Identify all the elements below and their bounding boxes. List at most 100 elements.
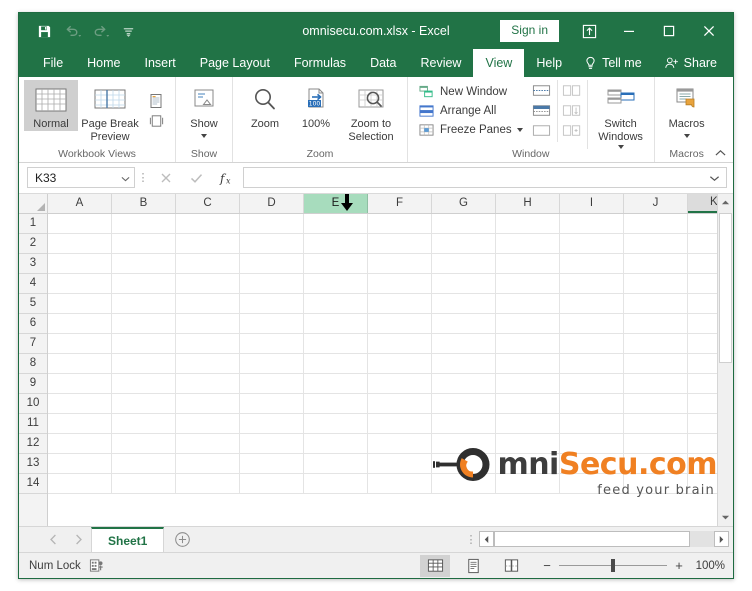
custom-views-icon[interactable]	[145, 112, 167, 130]
row-header-13[interactable]: 13	[19, 453, 47, 474]
cell-D8[interactable]	[240, 353, 304, 374]
cell-D7[interactable]	[240, 333, 304, 354]
cell-K5[interactable]	[688, 293, 717, 314]
expand-formula-bar-icon[interactable]	[709, 171, 720, 185]
cell-B4[interactable]	[112, 273, 176, 294]
scroll-left-icon[interactable]	[479, 531, 494, 547]
zoom-level-label[interactable]: 100%	[691, 560, 725, 572]
cell-B5[interactable]	[112, 293, 176, 314]
vertical-scrollbar[interactable]	[717, 193, 733, 526]
row-header-14[interactable]: 14	[19, 473, 47, 494]
cell-C1[interactable]	[176, 213, 240, 234]
cell-A14[interactable]	[48, 473, 112, 494]
cell-G11[interactable]	[432, 413, 496, 434]
zoom-button[interactable]: Zoom	[238, 80, 292, 131]
zoom-slider-thumb[interactable]	[611, 559, 615, 572]
cell-J1[interactable]	[624, 213, 688, 234]
hide-icon[interactable]	[531, 102, 553, 120]
cell-I10[interactable]	[560, 393, 624, 414]
arrange-all-button[interactable]: Arrange All	[415, 103, 525, 119]
cell-C12[interactable]	[176, 433, 240, 454]
cell-H2[interactable]	[496, 233, 560, 254]
undo-icon[interactable]	[59, 19, 85, 43]
cell-G2[interactable]	[432, 233, 496, 254]
cell-A5[interactable]	[48, 293, 112, 314]
cell-C9[interactable]	[176, 373, 240, 394]
cell-D13[interactable]	[240, 453, 304, 474]
cell-K13[interactable]	[688, 453, 717, 474]
new-window-button[interactable]: New Window	[415, 84, 525, 100]
cell-H1[interactable]	[496, 213, 560, 234]
normal-view-button[interactable]	[420, 554, 450, 577]
cell-G7[interactable]	[432, 333, 496, 354]
cell-J4[interactable]	[624, 273, 688, 294]
row-header-8[interactable]: 8	[19, 353, 47, 374]
column-header-c[interactable]: C	[176, 193, 240, 213]
cell-E2[interactable]	[304, 233, 368, 254]
cell-H3[interactable]	[496, 253, 560, 274]
cell-H14[interactable]	[496, 473, 560, 494]
row-header-6[interactable]: 6	[19, 313, 47, 334]
column-header-a[interactable]: A	[48, 193, 112, 213]
scroll-up-icon[interactable]	[718, 193, 733, 211]
page-break-preview-button[interactable]	[496, 555, 526, 577]
tab-help[interactable]: Help	[524, 49, 574, 77]
cell-J5[interactable]	[624, 293, 688, 314]
cell-F13[interactable]	[368, 453, 432, 474]
sheet-tab-sheet1[interactable]: Sheet1	[91, 527, 165, 552]
cell-A7[interactable]	[48, 333, 112, 354]
cell-C14[interactable]	[176, 473, 240, 494]
horizontal-scrollbar[interactable]	[479, 527, 733, 552]
cell-C13[interactable]	[176, 453, 240, 474]
cell-J7[interactable]	[624, 333, 688, 354]
cell-E3[interactable]	[304, 253, 368, 274]
cell-C10[interactable]	[176, 393, 240, 414]
tab-review[interactable]: Review	[408, 49, 473, 77]
cell-H12[interactable]	[496, 433, 560, 454]
name-box-caret-icon[interactable]	[121, 171, 130, 185]
cell-I4[interactable]	[560, 273, 624, 294]
cell-E12[interactable]	[304, 433, 368, 454]
macros-caret-icon[interactable]	[683, 133, 690, 138]
cell-E13[interactable]	[304, 453, 368, 474]
cell-I9[interactable]	[560, 373, 624, 394]
column-header-j[interactable]: J	[624, 193, 688, 213]
cell-A12[interactable]	[48, 433, 112, 454]
cell-B8[interactable]	[112, 353, 176, 374]
tab-formulas[interactable]: Formulas	[282, 49, 358, 77]
cell-K6[interactable]	[688, 313, 717, 334]
switch-windows-caret-icon[interactable]	[617, 145, 624, 150]
zoom-to-selection-button[interactable]: Zoom to Selection	[340, 80, 402, 143]
zoom-out-button[interactable]: −	[542, 558, 552, 573]
cell-B13[interactable]	[112, 453, 176, 474]
close-icon[interactable]	[689, 14, 729, 48]
maximize-icon[interactable]	[649, 14, 689, 48]
tab-share[interactable]: Share	[654, 49, 729, 77]
column-header-h[interactable]: H	[496, 193, 560, 213]
add-sheet-icon[interactable]	[164, 527, 200, 552]
insert-function-icon[interactable]: fx	[211, 167, 241, 189]
cell-B2[interactable]	[112, 233, 176, 254]
cell-B10[interactable]	[112, 393, 176, 414]
cell-F7[interactable]	[368, 333, 432, 354]
cell-E5[interactable]	[304, 293, 368, 314]
formula-input[interactable]	[243, 167, 727, 189]
cell-F10[interactable]	[368, 393, 432, 414]
cell-E11[interactable]	[304, 413, 368, 434]
cell-D5[interactable]	[240, 293, 304, 314]
row-header-11[interactable]: 11	[19, 413, 47, 434]
cell-B3[interactable]	[112, 253, 176, 274]
cell-H8[interactable]	[496, 353, 560, 374]
row-header-5[interactable]: 5	[19, 293, 47, 314]
tab-insert[interactable]: Insert	[133, 49, 188, 77]
column-header-d[interactable]: D	[240, 193, 304, 213]
row-header-9[interactable]: 9	[19, 373, 47, 394]
cell-D10[interactable]	[240, 393, 304, 414]
cell-F14[interactable]	[368, 473, 432, 494]
vertical-scroll-thumb[interactable]	[719, 212, 732, 363]
cell-G8[interactable]	[432, 353, 496, 374]
cell-F3[interactable]	[368, 253, 432, 274]
cell-B1[interactable]	[112, 213, 176, 234]
cell-C6[interactable]	[176, 313, 240, 334]
zoom-100-button[interactable]: 100 100%	[293, 80, 339, 131]
